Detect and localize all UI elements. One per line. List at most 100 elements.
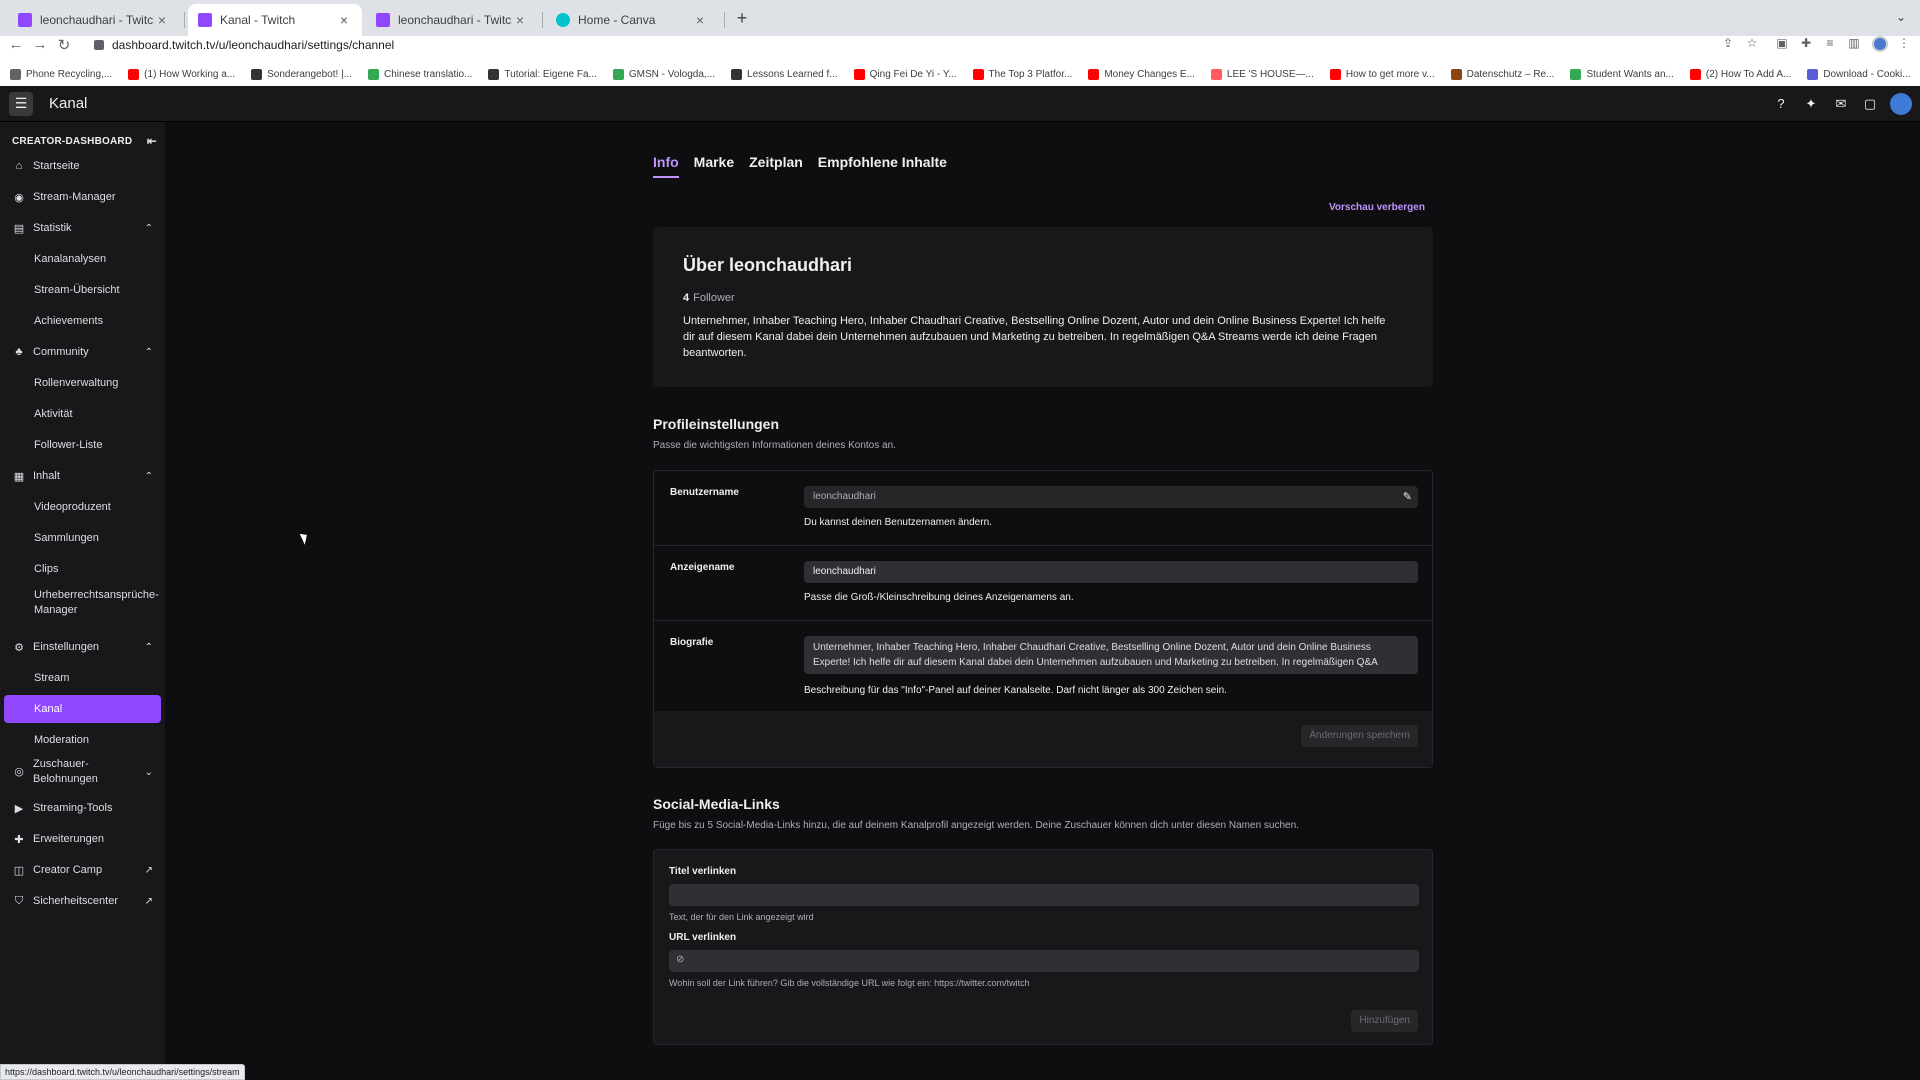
close-icon[interactable]: × bbox=[512, 12, 528, 28]
browser-tab-4[interactable]: Home - Canva × bbox=[546, 4, 718, 36]
tab-zeitplan[interactable]: Zeitplan bbox=[749, 154, 803, 178]
bookmark-item[interactable]: Sonderangebot! |... bbox=[251, 68, 352, 80]
bookmark-item[interactable]: (1) How Working a... bbox=[128, 68, 235, 80]
bookmark-item[interactable]: (2) How To Add A... bbox=[1689, 68, 1791, 80]
sparkle-icon[interactable]: ✦ bbox=[1803, 96, 1819, 112]
bookmark-favicon-icon bbox=[731, 68, 743, 80]
hide-preview-link[interactable]: Vorschau verbergen bbox=[1329, 202, 1425, 213]
sidebar-item-stream-manager[interactable]: ◉ Stream-Manager bbox=[4, 183, 161, 211]
new-tab-button[interactable]: + bbox=[732, 8, 752, 29]
chevron-up-icon[interactable]: ⌃ bbox=[145, 642, 153, 653]
url-text: dashboard.twitch.tv/u/leonchaudhari/sett… bbox=[112, 38, 395, 52]
sidebar-item-label: Statistik bbox=[33, 222, 72, 234]
bookmark-item[interactable]: The Top 3 Platfor... bbox=[972, 68, 1072, 80]
hamburger-menu-icon[interactable]: ☰ bbox=[9, 91, 33, 116]
chevron-down-icon[interactable]: ⌄ bbox=[145, 765, 153, 780]
browser-profile-avatar[interactable] bbox=[1872, 36, 1888, 52]
bookmark-item[interactable]: How to get more v... bbox=[1329, 68, 1435, 80]
reading-list-icon[interactable]: ≡ bbox=[1822, 36, 1838, 52]
pencil-icon[interactable]: ✎ bbox=[1403, 490, 1412, 503]
bookmark-favicon-icon bbox=[368, 68, 380, 80]
sidebar-item-stream-übersicht[interactable]: Stream-Übersicht bbox=[4, 276, 161, 304]
about-title: Über leonchaudhari bbox=[683, 255, 853, 275]
bookmark-item[interactable]: Lessons Learned f... bbox=[731, 68, 838, 80]
sidebar-item-aktivität[interactable]: Aktivität bbox=[4, 400, 161, 428]
sidebar-item-kanal[interactable]: Kanal bbox=[4, 695, 161, 723]
browser-tab-3[interactable]: leonchaudhari - Twitch × bbox=[366, 4, 538, 36]
sidebar-item-creator-camp[interactable]: ◫ Creator Camp ↗ bbox=[4, 856, 161, 884]
sidebar-item-einstellungen[interactable]: ⚙ Einstellungen ⌃ bbox=[4, 633, 161, 661]
kebab-menu-icon[interactable]: ⋮ bbox=[1896, 36, 1912, 52]
sidebar-item-kanalanalysen[interactable]: Kanalanalysen bbox=[4, 245, 161, 273]
browser-tab-1[interactable]: leonchaudhari - Twitch × bbox=[8, 4, 180, 36]
sidebar-item-sicherheitscenter[interactable]: ⛉ Sicherheitscenter ↗ bbox=[4, 887, 161, 915]
chevron-up-icon[interactable]: ⌃ bbox=[145, 223, 153, 234]
tab-empfohlene-inhalte[interactable]: Empfohlene Inhalte bbox=[818, 154, 947, 178]
bookmark-item[interactable]: Chinese translatio... bbox=[368, 68, 473, 80]
bookmark-label: Chinese translatio... bbox=[384, 68, 473, 80]
sidebar-item-zuschauer-belohnungen[interactable]: ◎ Zuschauer-Belohnungen ⌄ bbox=[4, 755, 161, 789]
bookmark-item[interactable]: LEE 'S HOUSE—... bbox=[1210, 68, 1314, 80]
sidebar-item-rollenverwaltung[interactable]: Rollenverwaltung bbox=[4, 369, 161, 397]
bio-textarea[interactable]: Unternehmer, Inhaber Teaching Hero, Inha… bbox=[804, 636, 1418, 674]
sidebar-item-statistik[interactable]: ▤ Statistik ⌃ bbox=[4, 214, 161, 242]
link-title-input[interactable] bbox=[669, 884, 1419, 906]
tab-search-icon[interactable]: ⌄ bbox=[1896, 10, 1906, 24]
browser-tab-2[interactable]: Kanal - Twitch × bbox=[188, 4, 362, 36]
help-icon[interactable]: ? bbox=[1773, 96, 1789, 112]
close-icon[interactable]: × bbox=[154, 12, 170, 28]
share-icon[interactable]: ⇪ bbox=[1720, 36, 1736, 52]
bookmark-item[interactable]: GMSN - Vologda,... bbox=[612, 68, 715, 80]
about-preview-card: Über leonchaudhari 4 Follower Unternehmer… bbox=[653, 227, 1433, 387]
bookmark-item[interactable]: Student Wants an... bbox=[1570, 68, 1674, 80]
bookmark-label: Lessons Learned f... bbox=[747, 68, 838, 80]
inbox-icon[interactable]: ✉ bbox=[1833, 96, 1849, 112]
add-link-button[interactable]: Hinzufügen bbox=[1351, 1010, 1418, 1032]
close-icon[interactable]: × bbox=[336, 12, 352, 28]
save-changes-button[interactable]: Änderungen speichern bbox=[1301, 725, 1418, 747]
bookmark-item[interactable]: Download - Cooki... bbox=[1807, 68, 1911, 80]
bookmark-item[interactable]: Money Changes E... bbox=[1088, 68, 1195, 80]
sidebar-item-follower-liste[interactable]: Follower-Liste bbox=[4, 431, 161, 459]
tab-marke[interactable]: Marke bbox=[694, 154, 734, 178]
sidebar-item-streaming-tools[interactable]: ▶ Streaming-Tools bbox=[4, 794, 161, 822]
back-icon[interactable]: ← bbox=[6, 36, 26, 53]
side-panel-icon[interactable]: ▥ bbox=[1846, 36, 1862, 52]
forward-icon[interactable]: → bbox=[30, 36, 50, 53]
sidebar-item-videoproduzent[interactable]: Videoproduzent bbox=[4, 493, 161, 521]
bookmark-item[interactable]: Datenschutz – Re... bbox=[1450, 68, 1554, 80]
link-url-input[interactable]: ⊘ bbox=[669, 950, 1419, 972]
sidebar-item-stream[interactable]: Stream bbox=[4, 664, 161, 692]
chevron-up-icon[interactable]: ⌃ bbox=[145, 471, 153, 482]
collapse-sidebar-icon[interactable]: ⇤ bbox=[147, 134, 157, 148]
star-icon[interactable]: ☆ bbox=[1744, 36, 1760, 52]
follower-label: Follower bbox=[693, 292, 735, 304]
display-name-input[interactable]: leonchaudhari bbox=[804, 561, 1418, 583]
username-input[interactable]: leonchaudhari ✎ bbox=[804, 486, 1418, 508]
bookmark-item[interactable]: Qing Fei De Yi - Y... bbox=[853, 68, 957, 80]
sidebar-item-community[interactable]: ♣ Community ⌃ bbox=[4, 338, 161, 366]
user-avatar[interactable] bbox=[1890, 93, 1912, 115]
bio-label: Biografie bbox=[670, 637, 714, 648]
bookmark-favicon-icon bbox=[1570, 68, 1582, 80]
puzzle-icon[interactable]: ✚ bbox=[1798, 36, 1814, 52]
sidebar-item-achievements[interactable]: Achievements bbox=[4, 307, 161, 335]
sidebar-item-label: Achievements bbox=[34, 315, 104, 327]
sidebar-item-erweiterungen[interactable]: ✚ Erweiterungen bbox=[4, 825, 161, 853]
address-bar[interactable]: dashboard.twitch.tv/u/leonchaudhari/sett… bbox=[90, 36, 1770, 54]
sidebar-item-sammlungen[interactable]: Sammlungen bbox=[4, 524, 161, 552]
sidebar-item-startseite[interactable]: ⌂ Startseite bbox=[4, 152, 161, 180]
close-icon[interactable]: × bbox=[692, 12, 708, 28]
bookmark-item[interactable]: Tutorial: Eigene Fa... bbox=[488, 68, 597, 80]
reload-icon[interactable]: ↻ bbox=[54, 36, 74, 54]
sidebar-item-moderation[interactable]: Moderation bbox=[4, 726, 161, 754]
username-help: Du kannst deinen Benutzernamen ändern. bbox=[804, 517, 992, 528]
whispers-icon[interactable]: ▢ bbox=[1862, 96, 1878, 112]
extension-icon[interactable]: ▣ bbox=[1774, 36, 1790, 52]
chevron-up-icon[interactable]: ⌃ bbox=[145, 347, 153, 358]
sidebar-item-clips[interactable]: Clips bbox=[4, 555, 161, 583]
tab-info[interactable]: Info bbox=[653, 154, 679, 178]
bookmark-item[interactable]: Phone Recycling,... bbox=[10, 68, 112, 80]
sidebar-item-urheberrechtsansprüche-manager[interactable]: Urheberrechtsansprüche-Manager bbox=[4, 586, 161, 620]
sidebar-item-inhalt[interactable]: ▦ Inhalt ⌃ bbox=[4, 462, 161, 490]
